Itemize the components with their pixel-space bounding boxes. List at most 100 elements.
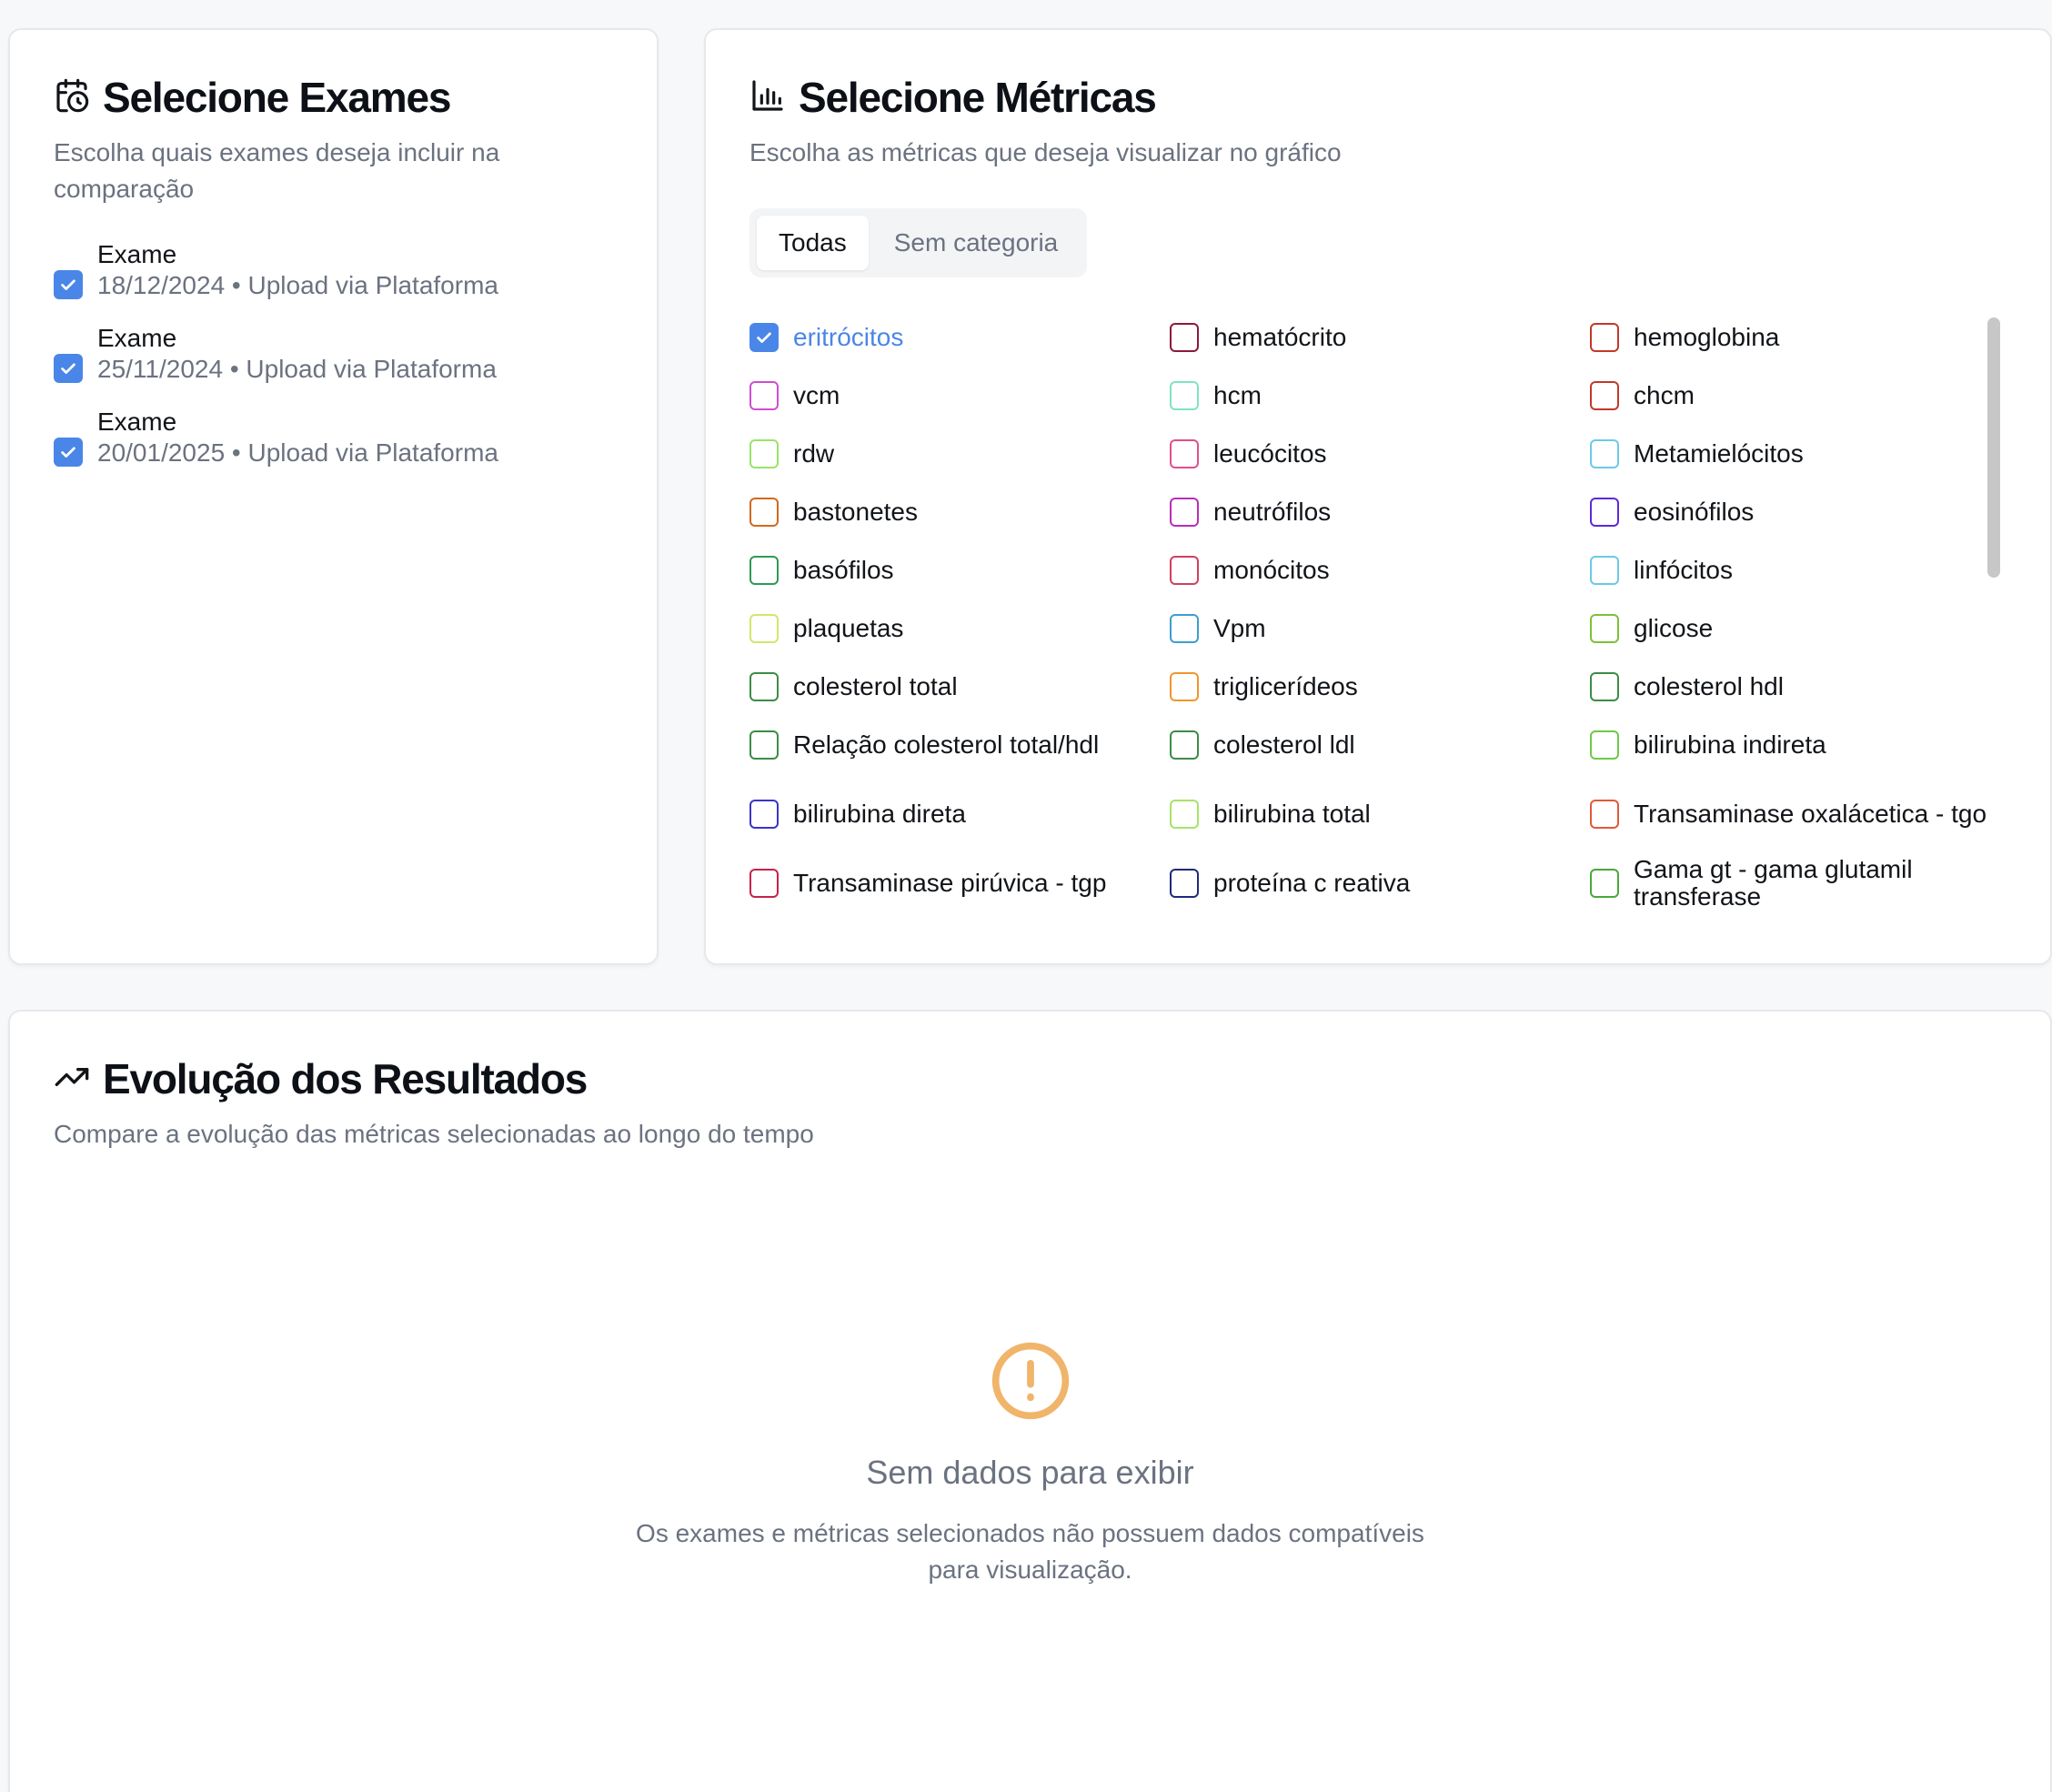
metric-checkbox[interactable] [1590, 869, 1619, 898]
exam-checkbox[interactable] [54, 438, 83, 467]
metric-checkbox[interactable] [749, 800, 779, 829]
metric-item[interactable]: Relação colesterol total/hdl [749, 716, 1170, 774]
metric-checkbox[interactable] [1170, 869, 1199, 898]
metric-item[interactable]: eosinófilos [1590, 483, 1990, 541]
metric-checkbox[interactable] [1170, 730, 1199, 760]
metric-checkbox[interactable] [1590, 614, 1619, 643]
metric-item[interactable]: linfócitos [1590, 541, 1990, 599]
metric-checkbox[interactable] [749, 730, 779, 760]
exam-checkbox[interactable] [54, 354, 83, 383]
trending-up-icon [54, 1059, 90, 1100]
metric-label: vcm [793, 381, 840, 409]
metric-checkbox[interactable] [1590, 323, 1619, 352]
metric-item[interactable]: Transaminase pirúvica - tgp [749, 854, 1170, 912]
empty-state-description: Os exames e métricas selecionados não po… [636, 1519, 1424, 1584]
metric-item[interactable]: basófilos [749, 541, 1170, 599]
evolution-card: Evolução dos Resultados Compare a evoluç… [8, 1010, 2052, 1792]
metric-label: hcm [1213, 381, 1262, 409]
metrics-scrollbar[interactable] [1981, 308, 2003, 920]
metric-item[interactable]: bilirubina direta [749, 774, 1170, 854]
metric-checkbox[interactable] [749, 381, 779, 410]
tab-todas[interactable]: Todas [757, 216, 869, 270]
metric-checkbox[interactable] [1590, 800, 1619, 829]
metric-item[interactable]: chcm [1590, 367, 1990, 425]
metric-label: bilirubina indireta [1634, 730, 1826, 759]
metric-item[interactable]: colesterol hdl [1590, 658, 1990, 716]
metric-checkbox[interactable] [749, 323, 779, 352]
metric-checkbox[interactable] [1170, 800, 1199, 829]
metric-checkbox[interactable] [1170, 323, 1199, 352]
metric-label: Metamielócitos [1634, 439, 1804, 468]
metric-label: bilirubina direta [793, 800, 966, 828]
metric-label: proteína c reativa [1213, 869, 1411, 897]
exam-meta: 20/01/2025 • Upload via Plataforma [97, 438, 498, 467]
metric-checkbox[interactable] [1590, 730, 1619, 760]
metrics-grid: eritrócitos hematócrito hemoglobina vcm hcm c… [749, 308, 2016, 912]
metric-checkbox[interactable] [749, 869, 779, 898]
metric-item[interactable]: colesterol total [749, 658, 1170, 716]
metric-item[interactable]: vcm [749, 367, 1170, 425]
metrics-scroll-area[interactable]: eritrócitos hematócrito hemoglobina vcm hcm c… [749, 308, 2016, 920]
metric-checkbox[interactable] [1170, 381, 1199, 410]
metric-label: colesterol ldl [1213, 730, 1355, 759]
metric-item[interactable]: Transaminase oxalácetica - tgo [1590, 774, 1990, 854]
metric-checkbox[interactable] [749, 556, 779, 585]
metric-label: glicose [1634, 614, 1714, 642]
tab-sem-categoria[interactable]: Sem categoria [872, 216, 1081, 270]
metric-checkbox[interactable] [1590, 439, 1619, 468]
exam-name: Exame [97, 408, 177, 436]
metric-label: colesterol total [793, 672, 958, 700]
metric-item[interactable]: eritrócitos [749, 308, 1170, 367]
exam-item[interactable]: Exame 20/01/2025 • Upload via Plataforma [54, 407, 629, 490]
scrollbar-thumb[interactable] [1987, 317, 2000, 578]
metric-item[interactable]: bastonetes [749, 483, 1170, 541]
metric-item[interactable]: triglicerídeos [1170, 658, 1590, 716]
metric-item[interactable]: monócitos [1170, 541, 1590, 599]
bar-chart-icon [749, 77, 786, 118]
exam-item[interactable]: Exame 25/11/2024 • Upload via Plataforma [54, 323, 629, 407]
metric-label: chcm [1634, 381, 1695, 409]
metric-item[interactable]: hemoglobina [1590, 308, 1990, 367]
metric-item[interactable]: neutrófilos [1170, 483, 1590, 541]
metric-checkbox[interactable] [1170, 556, 1199, 585]
metric-item[interactable]: bilirubina indireta [1590, 716, 1990, 774]
metric-item[interactable]: colesterol ldl [1170, 716, 1590, 774]
metric-item[interactable]: hematócrito [1170, 308, 1590, 367]
metric-item[interactable]: bilirubina total [1170, 774, 1590, 854]
metrics-tabs: Todas Sem categoria [749, 208, 1088, 277]
metric-checkbox[interactable] [1590, 672, 1619, 701]
metric-label: Transaminase pirúvica - tgp [793, 869, 1107, 897]
metric-checkbox[interactable] [1170, 614, 1199, 643]
exam-list: Exame 18/12/2024 • Upload via Plataforma E… [54, 239, 629, 490]
exam-item[interactable]: Exame 18/12/2024 • Upload via Plataforma [54, 239, 629, 323]
metric-checkbox[interactable] [1590, 556, 1619, 585]
metric-label: linfócitos [1634, 556, 1733, 584]
metric-checkbox[interactable] [749, 672, 779, 701]
metric-label: bastonetes [793, 498, 918, 526]
metric-item[interactable]: proteína c reativa [1170, 854, 1590, 912]
exams-card: Selecione Exames Escolha quais exames de… [8, 28, 659, 965]
exam-checkbox[interactable] [54, 270, 83, 299]
metric-checkbox[interactable] [1590, 381, 1619, 410]
metric-checkbox[interactable] [749, 498, 779, 527]
metric-item[interactable]: rdw [749, 425, 1170, 483]
metric-item[interactable]: Gama gt - gama glutamil transferase [1590, 854, 1990, 912]
metric-label: triglicerídeos [1213, 672, 1358, 700]
metric-item[interactable]: plaquetas [749, 599, 1170, 658]
metric-item[interactable]: Metamielócitos [1590, 425, 1990, 483]
metric-checkbox[interactable] [1170, 439, 1199, 468]
metric-item[interactable]: Vpm [1170, 599, 1590, 658]
metric-item[interactable]: glicose [1590, 599, 1990, 658]
empty-state: Sem dados para exibir Os exames e métric… [10, 1339, 2050, 1588]
metric-item[interactable]: hcm [1170, 367, 1590, 425]
metric-checkbox[interactable] [1170, 498, 1199, 527]
metric-checkbox[interactable] [749, 614, 779, 643]
metric-label: plaquetas [793, 614, 904, 642]
metric-item[interactable]: leucócitos [1170, 425, 1590, 483]
metric-label: leucócitos [1213, 439, 1327, 468]
exams-title: Selecione Exames [103, 74, 451, 121]
metric-checkbox[interactable] [749, 439, 779, 468]
metric-checkbox[interactable] [1170, 672, 1199, 701]
empty-state-title: Sem dados para exibir [866, 1454, 1194, 1491]
metric-checkbox[interactable] [1590, 498, 1619, 527]
